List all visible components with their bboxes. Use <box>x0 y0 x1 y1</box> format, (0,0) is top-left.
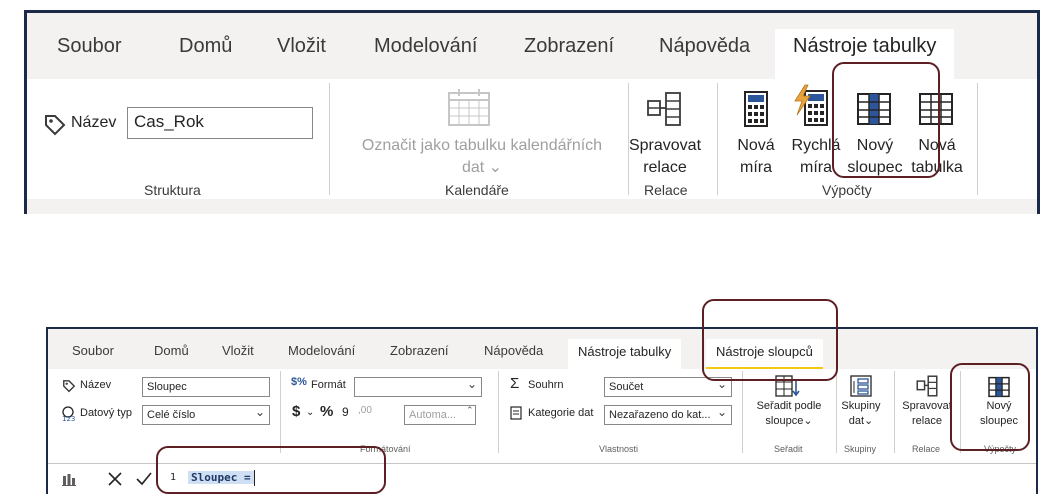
close-icon[interactable] <box>108 472 122 486</box>
chevron-down-icon: ⌄ <box>803 415 813 427</box>
datatype-label: Datový typ <box>80 407 132 419</box>
groups-line1: Skupiny <box>841 400 881 412</box>
mark-as-date-table-line1: Označit jako tabulku kalendářních <box>361 137 603 154</box>
data-groups-icon <box>850 375 872 397</box>
sigma-icon: Σ <box>510 375 520 392</box>
highlight-column-tools-tab <box>702 299 838 381</box>
format-label: Formát <box>311 379 346 391</box>
format-icon: $% <box>291 376 307 388</box>
datatype-icon: 123 <box>62 406 75 423</box>
bottom-ribbon-body: Název Sloupec 123 Datový typ Celé číslo … <box>48 369 1036 454</box>
bottom-tab-bar: Soubor Domů Vložit Modelování Zobrazení … <box>48 329 1036 369</box>
tag-icon <box>63 380 76 393</box>
percent-button[interactable]: % <box>320 403 333 420</box>
separator <box>280 371 281 453</box>
chevron-down-icon[interactable]: ⌄ <box>306 407 314 418</box>
highlight-new-column-top <box>832 62 940 178</box>
tab-nastroje-tabulky[interactable]: Nástroje tabulky <box>568 339 682 369</box>
group-struktura: Struktura <box>144 182 201 198</box>
relationships-icon <box>916 375 938 397</box>
new-measure-line2: míra <box>740 159 772 176</box>
group-skupiny: Skupiny <box>844 444 877 454</box>
manage-relationships-button[interactable]: Spravovat relace <box>898 399 956 429</box>
summarization-label: Souhrn <box>528 379 564 391</box>
tab-vlozit[interactable]: Vložit <box>277 35 326 58</box>
manage-relationships-line1: Spravovat <box>628 137 702 154</box>
tag-icon <box>45 115 66 136</box>
top-ribbon-footer <box>27 199 1037 214</box>
data-category-label: Kategorie dat <box>528 407 594 419</box>
group-relace: Relace <box>912 444 941 454</box>
separator <box>742 371 743 453</box>
category-icon <box>510 406 522 420</box>
svg-text:123: 123 <box>62 415 75 423</box>
new-measure-button[interactable]: Nová míra <box>733 135 779 179</box>
calculator-icon <box>744 91 768 127</box>
name-label: Název <box>80 379 112 391</box>
tab-soubor[interactable]: Soubor <box>72 343 114 358</box>
group-seradit: Seřadit <box>774 444 803 454</box>
tab-zobrazeni[interactable]: Zobrazení <box>390 343 449 358</box>
chevron-down-icon: ⌄ <box>864 415 874 427</box>
currency-button[interactable]: $ <box>292 403 300 420</box>
sort-by-line1: Seřadit podle <box>756 400 822 412</box>
check-icon[interactable] <box>136 472 152 486</box>
decimals-button[interactable]: ,00 <box>358 405 372 416</box>
thousands-separator-button[interactable]: 9 <box>342 405 349 419</box>
mark-as-date-table-line2: dat ⌄ <box>461 159 503 176</box>
name-label: Název <box>71 114 117 131</box>
stepper-icon[interactable]: ⌃ <box>466 405 474 416</box>
tab-modelovani[interactable]: Modelování <box>374 35 477 58</box>
data-category-select[interactable]: Nezařazeno do kat... <box>604 405 732 425</box>
separator <box>894 371 895 453</box>
manage-relationships-button[interactable]: Spravovat relace <box>624 135 706 179</box>
highlight-formula-input <box>156 446 386 494</box>
group-kalendare: Kalendáře <box>445 182 509 198</box>
group-vlastnosti: Vlastnosti <box>599 444 639 454</box>
mark-as-date-table-button[interactable]: Označit jako tabulku kalendářních dat ⌄ <box>339 135 625 179</box>
table-name-input[interactable]: Cas_Rok <box>127 107 313 139</box>
calendar-icon <box>448 89 490 126</box>
separator <box>498 371 499 453</box>
relationships-icon <box>647 92 681 126</box>
tab-domu[interactable]: Domů <box>154 343 189 358</box>
separator <box>717 83 718 195</box>
manage-rel-line1: Spravovat <box>902 400 952 412</box>
sort-by-line2: sloupce⌄ <box>765 415 813 427</box>
chevron-down-icon: ⌄ <box>488 159 503 176</box>
group-vypocty: Výpočty <box>822 182 872 198</box>
separator <box>977 83 978 195</box>
tab-soubor[interactable]: Soubor <box>57 35 122 58</box>
column-name-input[interactable]: Sloupec <box>142 377 270 397</box>
sort-by-column-button[interactable]: Seřadit podle sloupce⌄ <box>746 399 832 429</box>
table-view-icon[interactable] <box>62 473 76 486</box>
manage-rel-line2: relace <box>912 415 942 427</box>
tab-modelovani[interactable]: Modelování <box>288 343 355 358</box>
separator <box>329 83 330 195</box>
tab-vlozit[interactable]: Vložit <box>222 343 254 358</box>
new-measure-line1: Nová <box>737 137 775 154</box>
tab-napoveda[interactable]: Nápověda <box>484 343 543 358</box>
data-groups-button[interactable]: Skupiny dat⌄ <box>836 399 886 429</box>
datatype-select[interactable]: Celé číslo <box>142 405 270 425</box>
highlight-new-column-bottom <box>950 363 1030 451</box>
groups-line2: dat⌄ <box>848 415 874 427</box>
tab-zobrazeni[interactable]: Zobrazení <box>524 35 614 58</box>
format-select[interactable] <box>354 377 482 397</box>
manage-relationships-line2: relace <box>643 159 687 176</box>
tab-napoveda[interactable]: Nápověda <box>659 35 750 58</box>
group-relace: Relace <box>644 182 688 198</box>
tab-domu[interactable]: Domů <box>179 35 232 58</box>
quick-calculator-icon <box>794 84 828 126</box>
